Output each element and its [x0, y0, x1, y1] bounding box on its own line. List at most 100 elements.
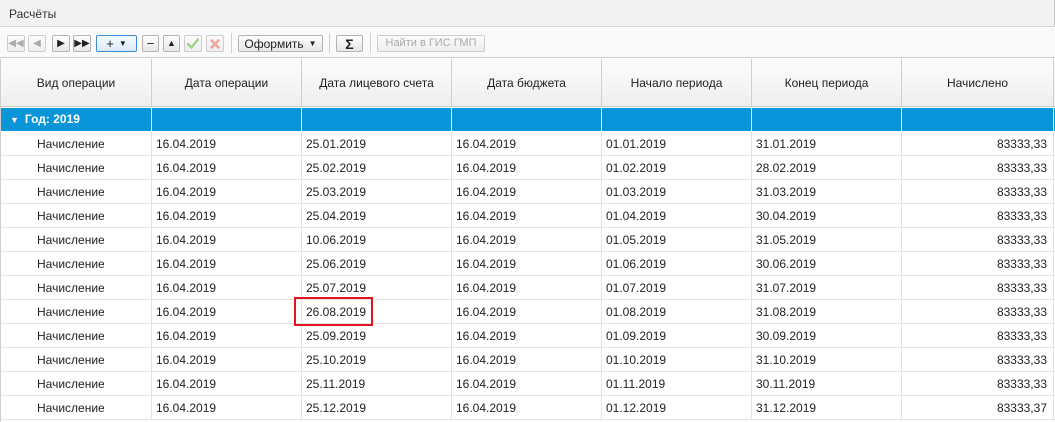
- column-header-operation-date[interactable]: Дата операции: [152, 59, 302, 107]
- cell-account-date[interactable]: 25.04.2019: [302, 204, 452, 228]
- remove-button[interactable]: −: [142, 35, 159, 52]
- cell-account-date[interactable]: 25.01.2019: [302, 132, 452, 156]
- cell-budget-date[interactable]: 16.04.2019: [452, 300, 602, 324]
- cell-period-end[interactable]: 31.12.2019: [752, 396, 902, 420]
- cell-accrued[interactable]: 83333,33: [902, 324, 1054, 348]
- cell-operation-type[interactable]: Начисление: [1, 276, 152, 300]
- cell-period-end[interactable]: 31.03.2019: [752, 180, 902, 204]
- sum-button[interactable]: Σ: [336, 35, 363, 52]
- column-header-period-end[interactable]: Конец периода: [752, 59, 902, 107]
- cell-operation-type[interactable]: Начисление: [1, 348, 152, 372]
- delete-button[interactable]: [206, 35, 224, 52]
- cell-account-date[interactable]: 25.09.2019: [302, 324, 452, 348]
- cell-period-start[interactable]: 01.10.2019: [602, 348, 752, 372]
- cell-period-start[interactable]: 01.09.2019: [602, 324, 752, 348]
- cell-period-end[interactable]: 30.04.2019: [752, 204, 902, 228]
- cell-operation-date[interactable]: 16.04.2019: [152, 372, 302, 396]
- cell-accrued[interactable]: 83333,33: [902, 300, 1054, 324]
- cell-operation-type[interactable]: Начисление: [1, 372, 152, 396]
- table-row[interactable]: Начисление 16.04.2019 25.04.2019 16.04.2019…: [1, 204, 1055, 228]
- cell-budget-date[interactable]: 16.04.2019: [452, 180, 602, 204]
- cell-accrued[interactable]: 83333,37: [902, 396, 1054, 420]
- cell-operation-type[interactable]: Начисление: [1, 300, 152, 324]
- cell-account-date[interactable]: 25.10.2019: [302, 348, 452, 372]
- cell-accrued[interactable]: 83333,33: [902, 228, 1054, 252]
- first-page-icon[interactable]: ◀◀: [7, 35, 25, 52]
- table-row[interactable]: Начисление 16.04.2019 25.03.2019 16.04.2019…: [1, 180, 1055, 204]
- cell-accrued[interactable]: 83333,33: [902, 372, 1054, 396]
- cell-budget-date[interactable]: 16.04.2019: [452, 348, 602, 372]
- format-dropdown[interactable]: Оформить ▼: [238, 35, 323, 52]
- cell-accrued[interactable]: 83333,33: [902, 156, 1054, 180]
- table-row[interactable]: Начисление 16.04.2019 25.07.2019 16.04.2019…: [1, 276, 1055, 300]
- cell-period-start[interactable]: 01.02.2019: [602, 156, 752, 180]
- cell-accrued[interactable]: 83333,33: [902, 204, 1054, 228]
- cell-operation-type[interactable]: Начисление: [1, 252, 152, 276]
- cell-period-start[interactable]: 01.03.2019: [602, 180, 752, 204]
- cell-operation-date[interactable]: 16.04.2019: [152, 132, 302, 156]
- cell-budget-date[interactable]: 16.04.2019: [452, 396, 602, 420]
- move-up-button[interactable]: ▲: [163, 35, 180, 52]
- last-page-icon[interactable]: ▶▶: [73, 35, 91, 52]
- cell-account-date[interactable]: 25.06.2019: [302, 252, 452, 276]
- table-row[interactable]: Начисление 16.04.2019 25.11.2019 16.04.2019…: [1, 372, 1055, 396]
- cell-operation-type[interactable]: Начисление: [1, 228, 152, 252]
- cell-period-end[interactable]: 30.09.2019: [752, 324, 902, 348]
- table-row[interactable]: Начисление 16.04.2019 25.12.2019 16.04.2019…: [1, 396, 1055, 420]
- cell-account-date[interactable]: 25.03.2019: [302, 180, 452, 204]
- cell-operation-date[interactable]: 16.04.2019: [152, 204, 302, 228]
- cell-period-start[interactable]: 01.07.2019: [602, 276, 752, 300]
- cell-account-date[interactable]: 25.12.2019: [302, 396, 452, 420]
- cell-period-start[interactable]: 01.05.2019: [602, 228, 752, 252]
- cell-accrued[interactable]: 83333,33: [902, 252, 1054, 276]
- column-header-accrued[interactable]: Начислено: [902, 59, 1054, 107]
- cell-operation-type[interactable]: Начисление: [1, 132, 152, 156]
- table-row[interactable]: Начисление 16.04.2019 26.08.2019 16.04.2019…: [1, 300, 1055, 324]
- add-button[interactable]: + ▼: [96, 35, 137, 52]
- collapse-triangle-icon[interactable]: ▼: [10, 115, 19, 125]
- table-row[interactable]: Начисление 16.04.2019 25.01.2019 16.04.2019…: [1, 132, 1055, 156]
- cell-budget-date[interactable]: 16.04.2019: [452, 156, 602, 180]
- cell-operation-date[interactable]: 16.04.2019: [152, 300, 302, 324]
- cell-period-end[interactable]: 30.11.2019: [752, 372, 902, 396]
- cell-period-start[interactable]: 01.08.2019: [602, 300, 752, 324]
- cell-operation-date[interactable]: 16.04.2019: [152, 324, 302, 348]
- cell-accrued[interactable]: 83333,33: [902, 348, 1054, 372]
- cell-period-end[interactable]: 31.10.2019: [752, 348, 902, 372]
- confirm-button[interactable]: [184, 35, 202, 52]
- cell-operation-type[interactable]: Начисление: [1, 324, 152, 348]
- prev-icon[interactable]: ◀: [28, 35, 46, 52]
- cell-budget-date[interactable]: 16.04.2019: [452, 372, 602, 396]
- column-header-account-date[interactable]: Дата лицевого счета: [302, 59, 452, 107]
- cell-operation-type[interactable]: Начисление: [1, 180, 152, 204]
- cell-period-start[interactable]: 01.12.2019: [602, 396, 752, 420]
- column-header-operation-type[interactable]: Вид операции: [1, 59, 152, 107]
- cell-account-date[interactable]: 25.02.2019: [302, 156, 452, 180]
- table-row[interactable]: Начисление 16.04.2019 25.10.2019 16.04.2019…: [1, 348, 1055, 372]
- cell-operation-type[interactable]: Начисление: [1, 204, 152, 228]
- cell-operation-type[interactable]: Начисление: [1, 156, 152, 180]
- group-row-year[interactable]: ▼ Год: 2019: [1, 108, 1055, 131]
- cell-budget-date[interactable]: 16.04.2019: [452, 132, 602, 156]
- cell-accrued[interactable]: 83333,33: [902, 180, 1054, 204]
- cell-operation-date[interactable]: 16.04.2019: [152, 156, 302, 180]
- cell-period-end[interactable]: 31.01.2019: [752, 132, 902, 156]
- cell-accrued[interactable]: 83333,33: [902, 132, 1054, 156]
- table-row[interactable]: Начисление 16.04.2019 25.06.2019 16.04.2019…: [1, 252, 1055, 276]
- cell-operation-date[interactable]: 16.04.2019: [152, 252, 302, 276]
- cell-budget-date[interactable]: 16.04.2019: [452, 228, 602, 252]
- cell-period-end[interactable]: 28.02.2019: [752, 156, 902, 180]
- cell-operation-date[interactable]: 16.04.2019: [152, 396, 302, 420]
- column-header-budget-date[interactable]: Дата бюджета: [452, 59, 602, 107]
- cell-period-end[interactable]: 31.08.2019: [752, 300, 902, 324]
- column-header-period-start[interactable]: Начало периода: [602, 59, 752, 107]
- next-icon[interactable]: ▶: [52, 35, 70, 52]
- cell-accrued[interactable]: 83333,33: [902, 276, 1054, 300]
- cell-account-date[interactable]: 25.11.2019: [302, 372, 452, 396]
- table-row[interactable]: Начисление 16.04.2019 25.09.2019 16.04.2019…: [1, 324, 1055, 348]
- table-row[interactable]: Начисление 16.04.2019 10.06.2019 16.04.2019…: [1, 228, 1055, 252]
- cell-account-date[interactable]: 10.06.2019: [302, 228, 452, 252]
- cell-period-end[interactable]: 31.07.2019: [752, 276, 902, 300]
- cell-period-start[interactable]: 01.04.2019: [602, 204, 752, 228]
- cell-budget-date[interactable]: 16.04.2019: [452, 276, 602, 300]
